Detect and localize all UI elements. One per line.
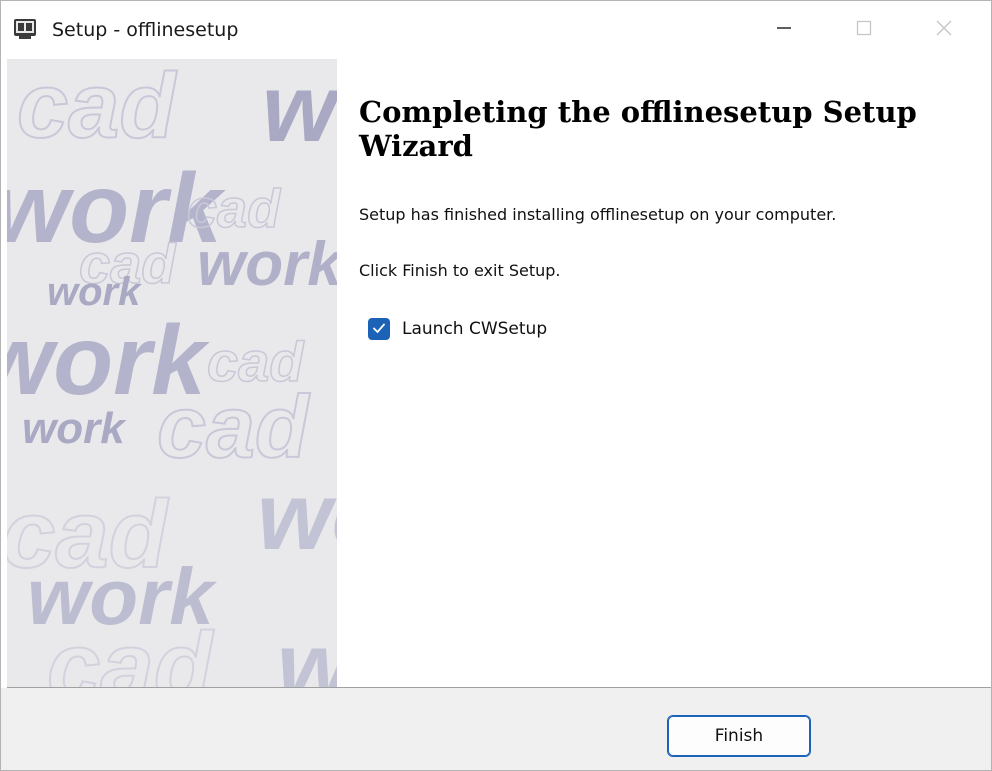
- watermark-word: work: [257, 463, 337, 570]
- wizard-content: Completing the offlinesetup Setup Wizard…: [337, 59, 991, 687]
- maximize-icon: [854, 18, 874, 42]
- watermark-word: cad: [47, 613, 215, 687]
- close-button[interactable]: [904, 1, 984, 59]
- page-title: Completing the offlinesetup Setup Wizard: [359, 95, 917, 163]
- watermark-word: work: [22, 404, 127, 453]
- exit-instruction: Click Finish to exit Setup.: [359, 261, 561, 280]
- wizard-side-image: cad work work cad cad work work work cad…: [7, 59, 337, 687]
- cadwork-watermark: cad work work cad cad work work work cad…: [7, 59, 337, 687]
- finish-button[interactable]: Finish: [667, 715, 811, 757]
- finished-message: Setup has finished installing offlineset…: [359, 205, 837, 224]
- watermark-word: cad: [17, 59, 177, 157]
- watermark-word: cad: [157, 377, 311, 476]
- checkmark-icon: [372, 320, 386, 339]
- minimize-button[interactable]: [744, 1, 824, 59]
- setup-window: Setup - offlinesetup cad work: [0, 0, 992, 771]
- watermark-word: work: [277, 613, 337, 687]
- wizard-footer: Finish: [1, 688, 991, 770]
- watermark-word: work: [197, 230, 337, 299]
- maximize-button[interactable]: [824, 1, 904, 59]
- watermark-word: work: [262, 59, 337, 162]
- close-icon: [934, 18, 954, 42]
- launch-cwsetup-checkbox[interactable]: [368, 318, 390, 340]
- setup-app-icon: [13, 18, 37, 40]
- launch-cwsetup-label[interactable]: Launch CWSetup: [402, 319, 547, 339]
- launch-cwsetup-option[interactable]: Launch CWSetup: [368, 317, 547, 341]
- minimize-icon: [774, 18, 794, 42]
- title-bar[interactable]: Setup - offlinesetup: [1, 1, 991, 59]
- window-title: Setup - offlinesetup: [52, 19, 239, 41]
